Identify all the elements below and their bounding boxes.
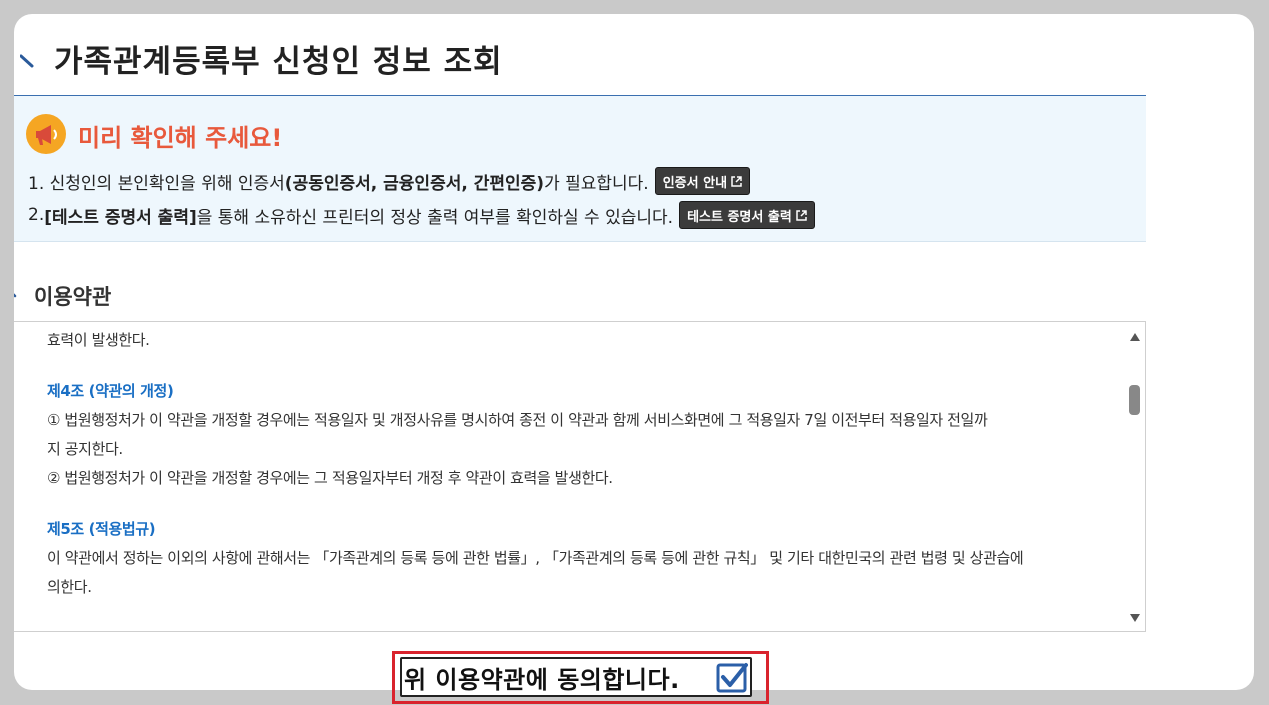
notice-line-1-suffix: 가 필요합니다. <box>544 173 649 194</box>
test-certificate-print-label: 테스트 증명서 출력 <box>687 209 792 225</box>
terms-scroll-box[interactable]: 효력이 발생한다. 제4조 (약관의 개정) ① 법원행정처가 이 약관을 개정… <box>14 321 1146 632</box>
article-4-heading: 제4조 (약관의 개정) <box>47 382 174 400</box>
notice-box: 미리 확인해 주세요! 1. 신청인의 본인확인을 위해 인증서 (공동인증서,… <box>14 95 1146 242</box>
scroll-thumb[interactable] <box>1129 385 1140 415</box>
checkbox-checked-icon[interactable] <box>716 662 748 693</box>
certificate-guide-label: 인증서 안내 <box>662 175 728 191</box>
article-5-heading: 제5조 (적용법규) <box>47 520 156 538</box>
scroll-down-arrow-icon[interactable] <box>1129 613 1141 623</box>
agree-checkbox-control[interactable]: 위 이용약관에 동의합니다. <box>400 657 752 697</box>
notice-line-2: 2. [테스트 증명서 출력] 을 통해 소유하신 프린터의 정상 출력 여부를… <box>28 201 815 229</box>
test-certificate-print-button[interactable]: 테스트 증명서 출력 <box>679 201 815 229</box>
notice-heading: 미리 확인해 주세요! <box>78 124 283 152</box>
external-link-icon <box>731 175 742 187</box>
agree-label: 위 이용약관에 동의합니다. <box>404 665 680 694</box>
notice-line-2-prefix: 2. <box>28 205 45 225</box>
terms-section-title: 이용약관 <box>34 285 112 309</box>
scroll-up-arrow-icon[interactable] <box>1129 332 1141 342</box>
notice-line-1-prefix: 1. 신청인의 본인확인을 위해 인증서 <box>28 173 285 194</box>
terms-scrollbar[interactable] <box>1125 322 1145 631</box>
terms-line: 지 공지한다. <box>47 440 123 458</box>
page-title: 가족관계등록부 신청인 정보 조회 <box>54 44 503 80</box>
megaphone-icon <box>26 114 66 154</box>
external-link-icon <box>796 209 807 221</box>
notice-line-2-bold: [테스트 증명서 출력] <box>44 207 197 228</box>
notice-line-2-suffix: 을 통해 소유하신 프린터의 정상 출력 여부를 확인하실 수 있습니다. <box>196 207 674 228</box>
certificate-guide-button[interactable]: 인증서 안내 <box>654 167 751 195</box>
notice-line-1: 1. 신청인의 본인확인을 위해 인증서 (공동인증서, 금융인증서, 간편인증… <box>28 167 751 195</box>
notice-line-1-bold: (공동인증서, 금융인증서, 간편인증) <box>284 173 545 194</box>
terms-content: 효력이 발생한다. 제4조 (약관의 개정) ① 법원행정처가 이 약관을 개정… <box>47 326 1117 602</box>
terms-line: 효력이 발생한다. <box>47 331 150 349</box>
section-accent-icon <box>14 293 17 298</box>
terms-line: ① 법원행정처가 이 약관을 개정할 경우에는 적용일자 및 개정사유를 명시하… <box>47 411 988 429</box>
terms-line: ② 법원행정처가 이 약관을 개정할 경우에는 그 적용일자부터 개정 후 약관… <box>47 469 613 487</box>
content-panel: 가족관계등록부 신청인 정보 조회 미리 확인해 주세요! 1. 신청인의 본인… <box>14 14 1254 690</box>
title-accent-icon <box>20 54 34 68</box>
terms-line: 의한다. <box>47 578 92 596</box>
terms-line: 이 약관에서 정하는 이외의 사항에 관해서는 「가족관계의 등록 등에 관한 … <box>47 549 1024 567</box>
